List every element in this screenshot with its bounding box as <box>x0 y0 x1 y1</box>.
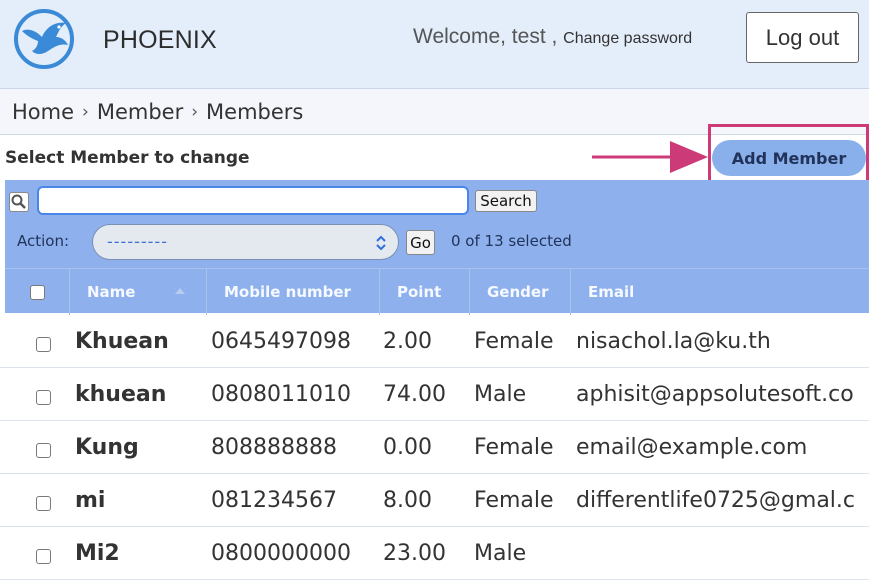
member-name-link[interactable]: khuean <box>75 368 166 421</box>
action-selected-value: --------- <box>107 232 168 251</box>
mobile-cell: 0808011010 <box>211 382 351 407</box>
mobile-cell: 0645497098 <box>211 329 351 354</box>
gender-cell: Female <box>474 329 554 354</box>
select-all-header <box>5 269 69 315</box>
member-name-link[interactable]: Kung <box>75 421 139 474</box>
search-button[interactable]: Search <box>475 190 537 212</box>
brand-name: PHOENIX <box>103 26 217 54</box>
column-header-gender[interactable]: Gender <box>469 269 570 315</box>
go-button[interactable]: Go <box>406 230 435 255</box>
gender-cell: Male <box>474 382 527 407</box>
welcome-message: Welcome, test , Change password <box>413 25 692 49</box>
action-label: Action: <box>17 232 70 250</box>
search-input[interactable] <box>37 186 469 215</box>
column-header-label: Mobile number <box>224 283 351 301</box>
mobile-cell: 0800000000 <box>211 541 351 566</box>
sort-ascending-icon[interactable] <box>175 288 185 294</box>
gender-cell: Female <box>474 435 554 460</box>
mobile-cell: 808888888 <box>211 435 337 460</box>
email-cell: email@example.com <box>576 435 808 460</box>
member-name-link[interactable]: Khuean <box>75 315 169 368</box>
row-checkbox[interactable] <box>36 337 51 352</box>
change-password-link[interactable]: Change password <box>563 30 692 47</box>
column-header-point[interactable]: Point <box>379 269 469 315</box>
column-header-label: Gender <box>487 283 549 301</box>
column-header-mobile[interactable]: Mobile number <box>206 269 379 315</box>
mobile-cell: 081234567 <box>211 488 337 513</box>
breadcrumb-separator: › <box>191 101 199 122</box>
table-body: Khuean 0645497098 2.00 Female nisachol.l… <box>0 315 869 588</box>
table-header: Name Mobile number Point Gender Email <box>5 268 869 315</box>
column-header-label: Name <box>87 283 136 301</box>
table-row: Khuean 0645497098 2.00 Female nisachol.l… <box>0 315 869 368</box>
member-name-link[interactable]: Mi2 <box>75 527 120 580</box>
point-cell: 23.00 <box>383 541 446 566</box>
column-header-label: Email <box>588 283 635 301</box>
select-all-checkbox[interactable] <box>29 284 45 300</box>
row-checkbox[interactable] <box>36 390 51 405</box>
email-cell: differentlife0725@gmal.c <box>576 488 856 513</box>
search-icon <box>9 192 29 212</box>
point-cell: 0.00 <box>383 435 432 460</box>
row-checkbox[interactable] <box>36 549 51 564</box>
email-cell: nisachol.la@ku.th <box>576 329 771 354</box>
pointer-arrow-icon <box>592 141 708 173</box>
chevron-up-down-icon <box>376 235 386 251</box>
point-cell: 74.00 <box>383 382 446 407</box>
table-row: Mi2 0800000000 23.00 Male <box>0 527 869 580</box>
row-checkbox[interactable] <box>36 443 51 458</box>
phoenix-bird-logo-icon <box>14 9 74 69</box>
column-header-label: Point <box>397 283 442 301</box>
email-cell: aphisit@appsolutesoft.co <box>576 382 854 407</box>
table-row: mi 081234567 8.00 Female differentlife07… <box>0 474 869 527</box>
member-name-link[interactable]: mi <box>75 474 105 527</box>
gender-cell: Male <box>474 541 527 566</box>
breadcrumb-separator: › <box>82 101 89 122</box>
row-checkbox[interactable] <box>36 496 51 511</box>
point-cell: 2.00 <box>383 329 432 354</box>
breadcrumb-members: Members <box>206 99 304 124</box>
table-row: khuean 0808011010 74.00 Male aphisit@app… <box>0 368 869 421</box>
column-header-name[interactable]: Name <box>69 269 206 315</box>
gender-cell: Female <box>474 488 554 513</box>
welcome-text: Welcome, test , <box>413 25 558 48</box>
breadcrumb-member[interactable]: Member <box>97 100 183 124</box>
column-header-email[interactable]: Email <box>570 269 869 315</box>
top-header: PHOENIX Welcome, test , Change password … <box>0 0 869 89</box>
selected-count: 0 of 13 selected <box>451 232 572 250</box>
breadcrumb-home[interactable]: Home <box>12 100 74 124</box>
action-select[interactable]: --------- <box>92 224 399 260</box>
logout-button[interactable]: Log out <box>746 12 859 63</box>
point-cell: 8.00 <box>383 488 432 513</box>
page-title: Select Member to change <box>5 148 250 168</box>
table-row: Kung 808888888 0.00 Female email@example… <box>0 421 869 474</box>
